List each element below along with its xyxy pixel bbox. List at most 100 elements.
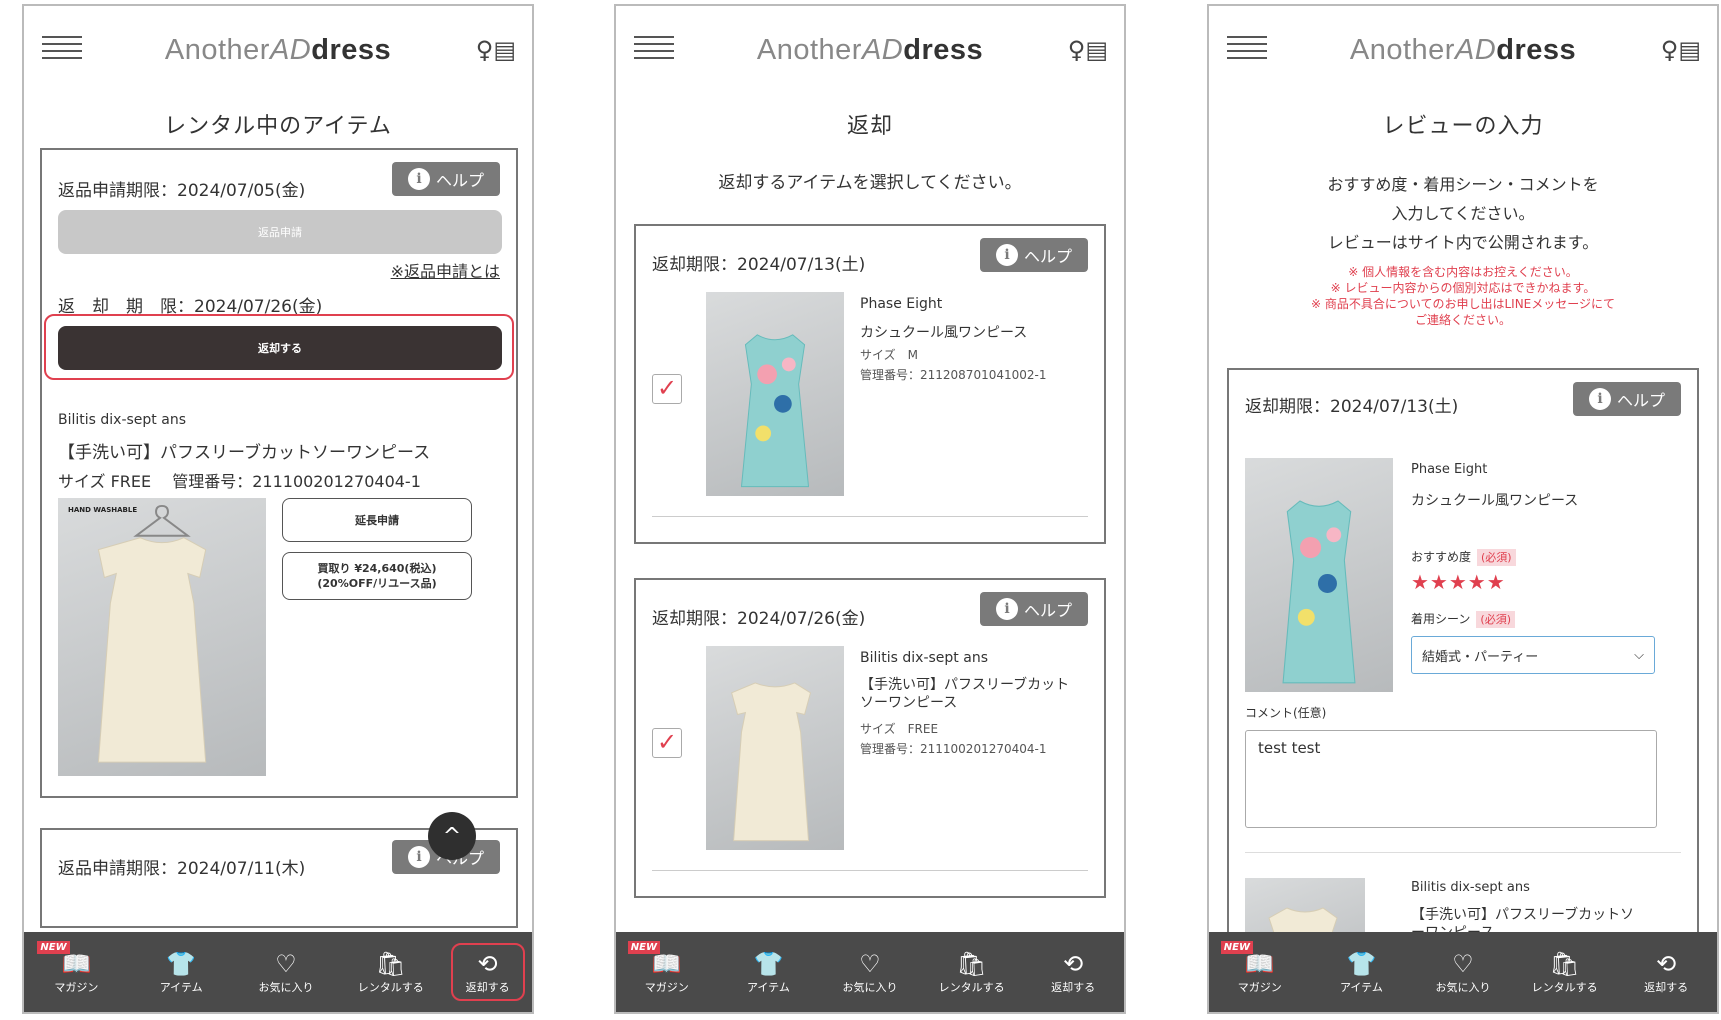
next-apply-deadline: 返品申請期限：2024/07/11(木) <box>58 859 306 879</box>
hand-washable-icon: HAND WASHABLE <box>68 506 138 514</box>
item-brand[interactable]: Bilitis dix-sept ans <box>1411 880 1530 895</box>
shirt-icon: 👕 <box>166 950 197 978</box>
item-image[interactable] <box>706 646 844 850</box>
nav-magazine[interactable]: NEW 📖 マガジン <box>1215 941 1305 995</box>
return-button[interactable]: 返却する <box>58 326 502 370</box>
heart-icon: ♡ <box>1452 950 1474 978</box>
info-icon: i <box>407 846 430 868</box>
return-apply-link[interactable]: ※返品申請とは <box>391 258 500 282</box>
divider <box>652 516 1088 517</box>
new-badge: NEW <box>1220 941 1254 954</box>
help-button[interactable]: iヘルプ <box>980 238 1088 272</box>
item-image[interactable] <box>1245 458 1393 692</box>
account-icon[interactable]: ♀▤ <box>1661 36 1701 64</box>
chevron-down-icon: ⌵ <box>1634 647 1644 663</box>
divider <box>652 870 1088 871</box>
bottom-nav: NEW 📖 マガジン 👕 アイテム ♡ お気に入り 🛍 レンタルする ⟲ 返却する <box>616 932 1124 1012</box>
nav-rent[interactable]: 🛍 レンタルする <box>1520 949 1610 995</box>
bottom-nav: NEW 📖 マガジン 👕 アイテム ♡ お気に入り 🛍 レンタルする ⟲ 返却する <box>1209 932 1717 1012</box>
item-image[interactable] <box>706 292 844 496</box>
return-item-card: 返却期限：2024/07/13(土) i ヘルプ ✓ Phase Eight カシ… <box>634 224 1106 544</box>
nav-magazine[interactable]: NEW 📖 マガジン <box>622 941 712 995</box>
nav-items[interactable]: 👕 アイテム <box>723 949 813 995</box>
item-size-mgmt: サイズ FREE 管理番号：211100201270404-1 <box>58 472 421 491</box>
dress-image <box>731 682 812 842</box>
return-item-card: 返却期限：2024/07/26(金) i ヘルプ ✓ Bilitis dix-se… <box>634 578 1106 898</box>
select-checkbox[interactable]: ✓ <box>652 374 682 404</box>
recommend-label: おすすめ度 (必須) <box>1411 548 1516 566</box>
nav-return[interactable]: ⟲ 返却する <box>1028 949 1118 995</box>
item-mgmt: 管理番号：211208701041002-1 <box>860 368 1047 382</box>
return-deadline: 返却期限：2024/07/13(土) <box>1245 397 1459 417</box>
brand-logo[interactable]: AnotherADdress <box>24 34 532 67</box>
nav-magazine[interactable]: NEW 📖 マガジン <box>31 941 121 995</box>
info-icon: i <box>995 244 1018 266</box>
notes: ※ 個人情報を含む内容はお控えください。 ※ レビュー内容からの個別対応はできか… <box>1310 265 1616 327</box>
shirt-icon: 👕 <box>753 950 784 978</box>
return-icon: ⟲ <box>1063 950 1084 978</box>
comment-textarea[interactable]: test test <box>1245 730 1657 828</box>
dress-image <box>1282 500 1356 684</box>
item-brand[interactable]: Bilitis dix-sept ans <box>860 650 988 666</box>
nav-rent[interactable]: 🛍 レンタルする <box>346 949 436 995</box>
nav-items[interactable]: 👕 アイテム <box>136 949 226 995</box>
screen-rental-items: AnotherADdress ♀▤ レンタル中のアイテム 返品申請期限：2024… <box>22 4 534 1014</box>
nav-return[interactable]: ⟲ 返却する <box>450 943 525 1001</box>
help-button[interactable]: iヘルプ <box>1573 382 1681 416</box>
review-card: 返却期限：2024/07/13(土) i ヘルプ Phase Eight カシュク… <box>1227 368 1699 1008</box>
help-button[interactable]: iヘルプ <box>980 592 1088 626</box>
brand-logo[interactable]: AnotherADdress <box>616 34 1124 67</box>
rental-item-card: 返品申請期限：2024/07/05(金) i ヘルプ 返品申請 ※返品申請とは 返… <box>40 148 518 798</box>
page-title: 返却 <box>846 114 893 139</box>
nav-return[interactable]: ⟲ 返却する <box>1621 949 1711 995</box>
header: AnotherADdress ♀▤ <box>616 6 1124 102</box>
nav-items[interactable]: 👕 アイテム <box>1316 949 1406 995</box>
extend-button[interactable]: 延長申請 <box>282 498 472 542</box>
required-badge: (必須) <box>1477 549 1516 566</box>
item-brand[interactable]: Bilitis dix-sept ans <box>58 412 186 428</box>
help-button[interactable]: iヘルプ <box>392 162 500 196</box>
new-badge: NEW <box>627 941 661 954</box>
item-name[interactable]: カシュクール風ワンピース <box>860 322 1027 342</box>
account-icon[interactable]: ♀▤ <box>476 36 516 64</box>
return-apply-button[interactable]: 返品申請 <box>58 210 502 254</box>
select-checkbox[interactable]: ✓ <box>652 728 682 758</box>
item-brand[interactable]: Phase Eight <box>1411 462 1487 477</box>
item-mgmt: 管理番号：211100201270404-1 <box>860 742 1047 756</box>
header: AnotherADdress ♀▤ <box>1209 6 1717 102</box>
scene-label: 着用シーン (必須) <box>1411 610 1515 628</box>
new-badge: NEW <box>37 941 70 954</box>
info-icon: i <box>995 598 1018 620</box>
bag-icon: 🛍 <box>956 950 987 978</box>
screen-return: AnotherADdress ♀▤ 返却 返却するアイテムを選択してください。 … <box>614 4 1126 1014</box>
nav-favorites[interactable]: ♡ お気に入り <box>1418 949 1508 995</box>
required-badge: (必須) <box>1476 611 1515 628</box>
item-image[interactable]: HAND WASHABLE <box>58 498 266 776</box>
item-name[interactable]: 【手洗い可】パフスリーブカットソーワンピース <box>58 438 430 463</box>
nav-favorites[interactable]: ♡ お気に入り <box>825 949 915 995</box>
item-name[interactable]: 【手洗い可】パフスリーブカットソーワンピース <box>860 676 1076 712</box>
rating-stars[interactable]: ★★★★★ <box>1411 570 1506 594</box>
bottom-nav: NEW 📖 マガジン 👕 アイテム ♡ お気に入り 🛍 レンタルする ⟲ 返却する <box>24 932 532 1012</box>
nav-favorites[interactable]: ♡ お気に入り <box>241 949 331 995</box>
item-name[interactable]: カシュクール風ワンピース <box>1411 490 1578 510</box>
bag-icon: 🛍 <box>375 950 407 978</box>
intro-text: おすすめ度・着用シーン・コメントを 入力してください。 レビューはサイト内で公開… <box>1327 175 1599 252</box>
return-deadline: 返却期限：2024/07/26(金) <box>652 609 866 629</box>
page-title: レビューの入力 <box>1382 114 1544 139</box>
comment-label: コメント(任意) <box>1245 706 1327 720</box>
account-icon[interactable]: ♀▤ <box>1068 36 1108 64</box>
scroll-top-button[interactable]: ^ <box>428 812 476 860</box>
shirt-icon: 👕 <box>1346 950 1377 978</box>
brand-logo[interactable]: AnotherADdress <box>1209 34 1717 67</box>
item-brand[interactable]: Phase Eight <box>860 296 942 312</box>
nav-rent[interactable]: 🛍 レンタルする <box>927 949 1017 995</box>
heart-icon: ♡ <box>275 950 297 978</box>
return-icon: ⟲ <box>1656 950 1677 978</box>
screen-review: AnotherADdress ♀▤ レビューの入力 おすすめ度・着用シーン・コメ… <box>1207 4 1719 1014</box>
buy-button[interactable]: 買取り ¥24,640(税込) (20%OFF/リユース品) <box>282 552 472 600</box>
dress-image <box>97 504 207 763</box>
return-deadline: 返却期限：2024/07/13(土) <box>652 255 866 275</box>
return-icon: ⟲ <box>477 950 498 978</box>
scene-select[interactable]: 結婚式・パーティー ⌵ <box>1411 636 1655 674</box>
